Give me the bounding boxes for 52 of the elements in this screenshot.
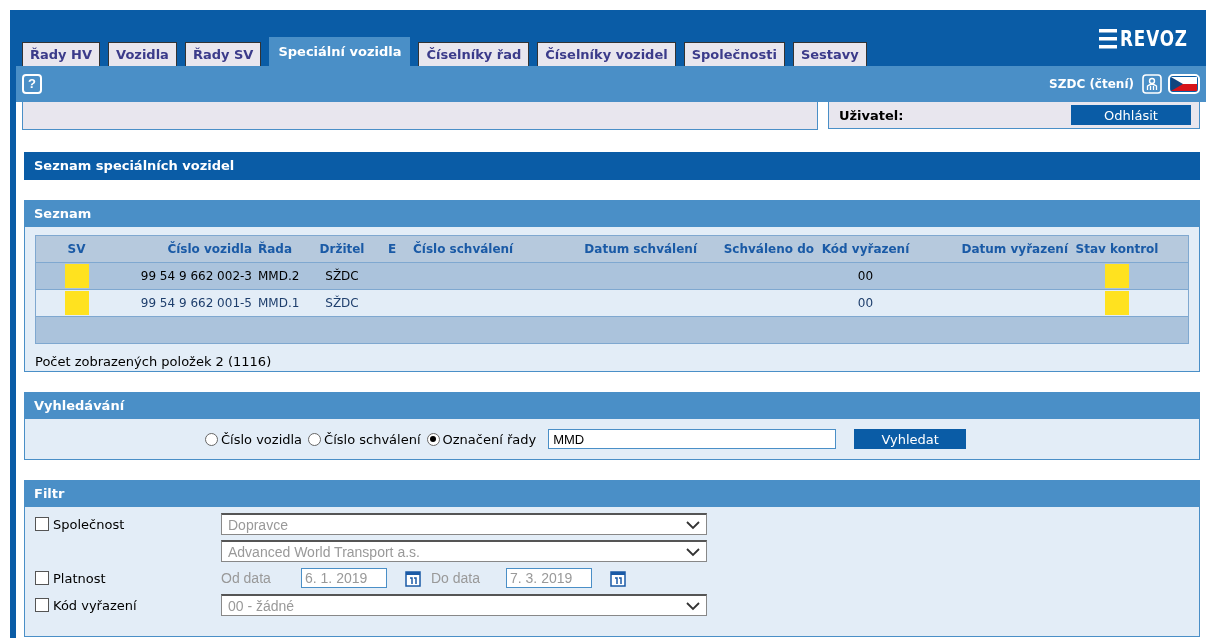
column-header[interactable]: SV [36,242,117,256]
item-count: Počet zobrazených položek 2 (1116) [35,353,273,371]
tab[interactable]: Řady HV [22,42,101,66]
calendar-icon[interactable] [405,569,421,587]
panel-title: Vyhledávání [25,393,1199,419]
column-header[interactable]: Kód vyřazení [814,242,917,256]
tab[interactable]: Číselníky vozidel [537,42,676,66]
column-header[interactable]: Řada [252,242,307,256]
calendar-icon[interactable] [610,569,626,587]
chevron-down-icon [686,546,700,557]
menu-lines-icon [1099,27,1118,50]
tab[interactable]: Číselníky řad [418,42,530,66]
panel-title: Seznam [25,201,1199,227]
column-header[interactable]: Držitel [307,242,377,256]
column-header[interactable]: E [377,242,407,256]
column-header[interactable]: Číslo schválení [407,242,557,256]
flag-icon[interactable] [1168,74,1200,94]
table-cell-text: MMD.1 [257,296,301,310]
column-header[interactable]: Číslo vozidla [117,242,252,256]
table-cell-text: 99 54 9 662 001-5 [139,296,252,310]
table-cell-text: MMD.2 [257,269,301,283]
column-header[interactable]: Datum schválení [557,242,697,256]
field-label: Od data [221,570,272,586]
tab[interactable]: Speciální vozidla [269,37,411,66]
column-header[interactable]: Datum vyřazení [917,242,1068,256]
chevron-down-icon [686,519,700,530]
radio-option[interactable]: Označení řady [426,431,537,447]
tab[interactable]: Společnosti [683,42,785,66]
tab[interactable]: Sestavy [792,42,867,66]
column-header[interactable]: Stav kontrol [1068,242,1166,256]
tab[interactable]: Řady SV [184,42,262,66]
radio-option[interactable]: Číslo schválení [308,431,421,447]
tab[interactable]: Vozidla [108,42,177,66]
logout-button[interactable]: Odhlásit [1071,105,1191,125]
page-title: Seznam speciálních vozidel [24,152,1200,180]
table-cell-text: SŽDC [324,269,360,283]
search-field[interactable]: MMD [548,429,837,449]
column-header[interactable]: Schváleno do [697,242,814,256]
search-button[interactable]: Vyhledat [854,429,967,449]
field-label: Do data [431,570,482,586]
table-cell-text: 99 54 9 662 002-3 [139,269,252,283]
help-button[interactable]: ? [22,74,42,94]
user-role: SZDC (čtení) [1049,77,1134,91]
chevron-down-icon [686,600,700,611]
table-cell-text: 00 [856,269,875,283]
table-cell-text: SŽDC [324,296,360,310]
logo-text: REVOZ [1120,26,1188,51]
panel-title: Filtr [25,481,1199,507]
table-cell-text: 00 [856,296,875,310]
user-label: Uživatel: [839,107,905,123]
person-icon[interactable] [1142,74,1162,94]
radio-option[interactable]: Číslo vozidla [205,431,303,447]
